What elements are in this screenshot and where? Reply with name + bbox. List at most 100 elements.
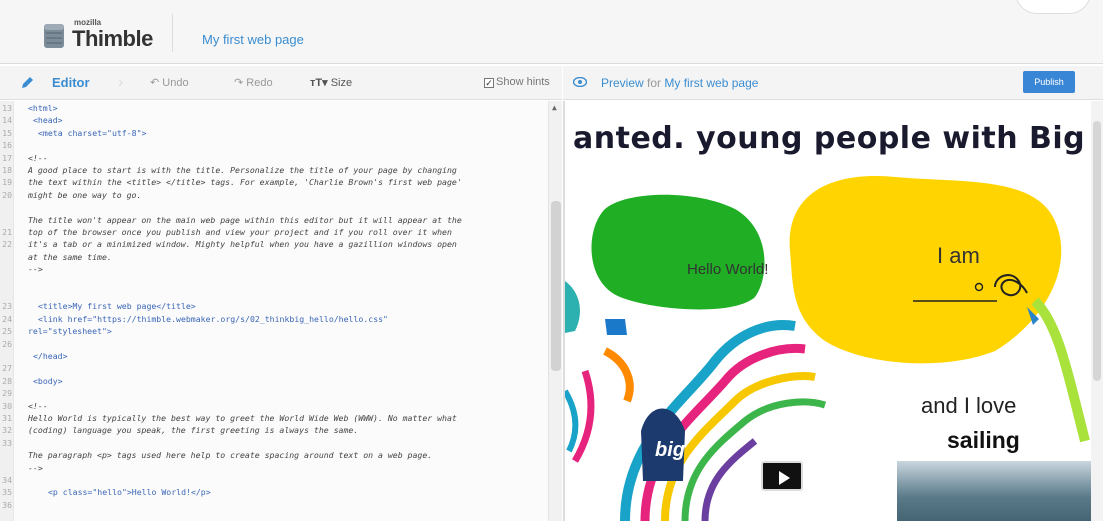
- line-number: 23: [2, 301, 12, 312]
- code-line: 33: [0, 438, 546, 448]
- undo-label: Undo: [162, 77, 189, 89]
- editor-scrollbar[interactable]: [548, 101, 562, 521]
- line-number: 31: [2, 413, 12, 423]
- publish-button[interactable]: Publish: [1023, 71, 1075, 93]
- line-number: 26: [2, 338, 12, 349]
- code-text: -->: [28, 462, 43, 473]
- code-text: might be one way to go.: [28, 189, 142, 200]
- editor-scrollbar-thumb[interactable]: [551, 201, 561, 371]
- line-number: 19: [2, 177, 12, 188]
- code-line: </head>: [0, 351, 546, 361]
- line-number: 34: [2, 475, 12, 485]
- preview-title: Preview for My first web page: [601, 76, 758, 90]
- line-number: 22: [2, 239, 12, 250]
- line-number: 27: [2, 363, 12, 374]
- code-text: </head>: [33, 351, 68, 361]
- top-bar: mozilla Thimble My first web page: [0, 0, 1103, 64]
- undo-button[interactable]: ↶ Undo: [150, 76, 189, 89]
- code-line: 29: [0, 388, 546, 398]
- editor-tab-label[interactable]: Editor: [52, 75, 90, 90]
- project-title[interactable]: My first web page: [202, 32, 304, 47]
- checkbox-checked-icon: ✓: [484, 78, 494, 88]
- line-number: 32: [2, 425, 12, 436]
- preview-for-text: for: [647, 76, 662, 90]
- green-blob: [591, 194, 765, 310]
- preview-label: Preview: [601, 76, 644, 90]
- sailing-text: sailing: [947, 427, 1020, 453]
- preview-scrollbar[interactable]: [1091, 101, 1103, 521]
- code-line: 30 <!--: [0, 401, 546, 411]
- code-editor[interactable]: 13 <html> 14 <head> 15 <meta charset="utf-8">…: [0, 101, 562, 521]
- line-number: 15: [2, 127, 12, 138]
- line-number: 33: [2, 437, 12, 448]
- preview-scrollbar-thumb[interactable]: [1093, 121, 1101, 381]
- i-am-text: I am: [937, 243, 980, 268]
- code-text: <!--: [28, 152, 48, 163]
- banner-heading: anted. young people with Big ideas: [573, 121, 1103, 156]
- pencil-icon: [22, 77, 33, 88]
- line-number: 25: [2, 326, 12, 337]
- thimble-icon: [44, 24, 64, 48]
- chevron-right-icon: ›: [118, 74, 124, 91]
- code-line: 28 <body>: [0, 376, 546, 386]
- code-line: -->: [0, 264, 546, 274]
- line-number: 20: [2, 189, 12, 200]
- line-number: 21: [2, 227, 12, 237]
- line-number: 29: [2, 388, 12, 399]
- redo-button[interactable]: ↷ Redo: [234, 76, 273, 89]
- line-number: 13: [2, 103, 12, 113]
- code-line: 26: [0, 339, 546, 349]
- code-line: 18 A good place to start is with the titl…: [0, 165, 546, 175]
- undo-icon: ↶: [150, 77, 160, 89]
- code-line: 17 <!--: [0, 153, 546, 163]
- code-line: The paragraph <p> tags used here help to…: [0, 450, 546, 460]
- redo-icon: ↷: [234, 77, 244, 89]
- play-video-button[interactable]: [761, 461, 803, 491]
- line-number: 16: [2, 140, 12, 151]
- code-line: 21 top of the browser once you publish an…: [0, 227, 546, 237]
- code-text: <body>: [33, 375, 63, 386]
- size-button[interactable]: ᴛT▾ Size: [310, 76, 352, 89]
- yellow-blob: [789, 175, 1062, 364]
- thimble-logo[interactable]: mozilla Thimble: [38, 12, 178, 56]
- code-line: 20 might be one way to go.: [0, 190, 546, 200]
- code-text: it's a tab or a minimized window. Mighty…: [28, 239, 457, 250]
- code-text: <title>My first web page</title>: [38, 301, 196, 312]
- preview-project-name: My first web page: [664, 76, 759, 90]
- code-text: <p class="hello">Hello World!</p>: [48, 487, 211, 498]
- code-line: 19 the text within the <title> </title> t…: [0, 177, 546, 187]
- big-logo-text: big: [655, 439, 685, 461]
- code-line: 22 it's a tab or a minimized window. Migh…: [0, 239, 546, 249]
- editor-toolbar: Editor › ↶ Undo ↷ Redo ᴛT▾ Size ✓ Show hi…: [0, 66, 562, 100]
- code-line: at the same time.: [0, 252, 546, 262]
- code-text: -->: [28, 264, 43, 275]
- code-line: 23 <title>My first web page</title>: [0, 301, 546, 311]
- code-line: 13 <html>: [0, 103, 546, 113]
- code-text: top of the browser once you publish and …: [28, 227, 452, 237]
- text-size-icon: ᴛT▾: [310, 77, 328, 89]
- code-text: A good place to start is with the title.…: [28, 165, 457, 175]
- code-text: at the same time.: [28, 251, 112, 262]
- code-line: 16: [0, 140, 546, 150]
- line-number: 28: [2, 375, 12, 386]
- show-hints-toggle[interactable]: ✓ Show hints: [484, 76, 550, 88]
- code-line: 25 rel="stylesheet">: [0, 326, 546, 336]
- code-line: 24 <link href="https://thimble.webmaker.o…: [0, 314, 546, 324]
- user-menu-bubble[interactable]: [1015, 0, 1091, 14]
- code-line: The title won't appear on the main web p…: [0, 215, 546, 225]
- line-number: 36: [2, 499, 12, 510]
- code-text: the text within the <title> </title> tag…: [28, 177, 462, 188]
- preview-toolbar: Preview for My first web page Publish: [563, 66, 1103, 100]
- code-line: 35 <p class="hello">Hello World!</p>: [0, 487, 546, 497]
- line-number: 24: [2, 313, 12, 324]
- code-text: <!--: [28, 400, 48, 411]
- show-hints-label: Show hints: [496, 76, 550, 88]
- line-number: 35: [2, 487, 12, 498]
- scroll-up-icon[interactable]: ▲: [552, 103, 557, 112]
- line-number: 17: [2, 152, 12, 163]
- code-line: 34: [0, 475, 546, 485]
- code-text: Hello World is typically the best way to…: [28, 413, 457, 423]
- line-number: 18: [2, 165, 12, 175]
- code-text: <link href="https://thimble.webmaker.org…: [38, 313, 388, 324]
